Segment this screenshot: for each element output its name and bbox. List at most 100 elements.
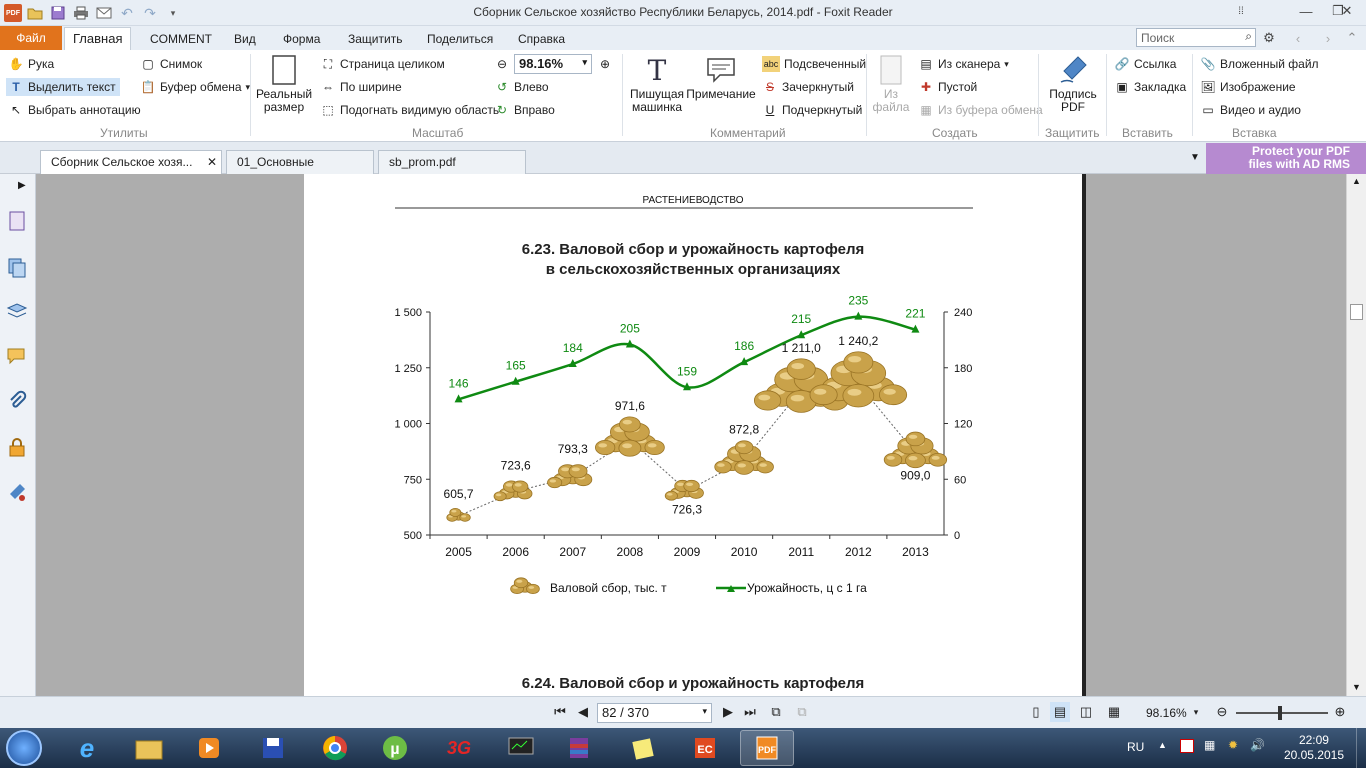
show-desktop-button[interactable] bbox=[1356, 728, 1366, 768]
clipboard-menu[interactable]: 📋 Буфер обмена ▾ bbox=[140, 79, 251, 95]
start-button[interactable] bbox=[6, 730, 42, 766]
bookmark-button[interactable]: ▣ Закладка bbox=[1114, 79, 1186, 95]
foxit-reader-taskbar-icon[interactable]: PDF bbox=[740, 730, 794, 766]
attachment-icon[interactable] bbox=[6, 390, 28, 412]
fit-page-button[interactable]: ⛶ Страница целиком bbox=[320, 56, 445, 72]
doc-tab[interactable]: Сборник Сельское хозя... ✕ bbox=[40, 150, 222, 174]
page-number-input[interactable]: 82 / 370 ▾ bbox=[597, 703, 712, 723]
volume-icon[interactable]: 🔊 bbox=[1250, 738, 1265, 752]
scroll-down-icon[interactable]: ▼ bbox=[1352, 682, 1361, 692]
scroll-thumb[interactable] bbox=[1350, 304, 1363, 320]
tab-home[interactable]: Главная bbox=[64, 27, 132, 51]
first-page-icon[interactable]: ⏮ bbox=[550, 702, 570, 722]
file-explorer-icon[interactable] bbox=[122, 730, 176, 766]
search-icon[interactable]: ⌕ bbox=[1245, 29, 1252, 44]
previous-view-icon[interactable]: ⧉ bbox=[766, 702, 786, 722]
rotate-right-button[interactable]: ↻ Вправо bbox=[494, 102, 555, 118]
link-button[interactable]: 🔗 Ссылка bbox=[1114, 56, 1177, 72]
lock-icon[interactable] bbox=[6, 436, 28, 458]
zoom-out-button[interactable]: ⊖ bbox=[494, 56, 510, 72]
help-options-icon[interactable]: ⁞⁞ bbox=[1228, 0, 1254, 22]
tab-list-chevron-icon[interactable]: ▼ bbox=[1190, 152, 1200, 163]
utorrent-icon[interactable]: µ bbox=[368, 730, 422, 766]
rotate-left-button[interactable]: ↺ Влево bbox=[494, 79, 549, 95]
strikeout-button[interactable]: S Зачеркнутый bbox=[762, 79, 854, 95]
scroll-up-icon[interactable]: ▲ bbox=[1352, 176, 1361, 186]
network-icon[interactable]: ▦ bbox=[1204, 738, 1215, 752]
chrome-icon[interactable] bbox=[308, 730, 362, 766]
system-clock[interactable]: 22:09 20.05.2015 bbox=[1284, 733, 1344, 763]
presentation-app-icon[interactable]: EC bbox=[678, 730, 732, 766]
tab-share[interactable]: Поделиться bbox=[419, 28, 501, 50]
continuous-view-icon[interactable]: ▤ bbox=[1050, 702, 1070, 722]
select-annotation-tool[interactable]: ↖ Выбрать аннотацию bbox=[8, 102, 141, 118]
tab-file[interactable]: Файл bbox=[0, 26, 62, 50]
from-clipboard-button[interactable]: ▦ Из буфера обмена bbox=[918, 102, 1042, 118]
sign-pdf-button[interactable]: Подпись PDF bbox=[1044, 54, 1102, 114]
tray-app-icon[interactable]: ✹ bbox=[1228, 738, 1238, 752]
facing-view-icon[interactable]: ◫ bbox=[1076, 702, 1096, 722]
tray-expand-icon[interactable]: ▲ bbox=[1158, 740, 1167, 750]
tab-comment[interactable]: COMMENT bbox=[142, 28, 220, 50]
nav-back-icon[interactable]: ‹ bbox=[1290, 27, 1306, 49]
settings-gear-icon[interactable]: ⚙ bbox=[1256, 27, 1282, 49]
tab-view[interactable]: Вид bbox=[226, 28, 264, 50]
attached-file-button[interactable]: 📎 Вложенный файл bbox=[1200, 56, 1319, 72]
zoom-out-icon[interactable]: ⊖ bbox=[1212, 702, 1232, 722]
close-icon[interactable]: ✕ bbox=[207, 151, 217, 173]
vertical-scrollbar[interactable]: ▲ ▼ bbox=[1346, 174, 1366, 696]
layers-icon[interactable] bbox=[6, 256, 28, 278]
from-scanner-button[interactable]: ▤ Из сканера ▾ bbox=[918, 56, 1009, 72]
network-monitor-icon[interactable] bbox=[494, 730, 548, 766]
internet-explorer-icon[interactable]: e bbox=[60, 730, 114, 766]
from-file-button[interactable]: Из файла bbox=[870, 54, 912, 114]
underline-button[interactable]: U Подчеркнутый bbox=[762, 102, 863, 118]
single-page-view-icon[interactable]: ▯ bbox=[1026, 702, 1046, 722]
highlight-button[interactable]: abc Подсвеченный bbox=[762, 56, 866, 72]
blank-button[interactable]: ✚ Пустой bbox=[918, 79, 977, 95]
media-player-icon[interactable] bbox=[182, 730, 236, 766]
image-button[interactable]: 🖼 Изображение bbox=[1200, 79, 1295, 95]
zoom-in-button[interactable]: ⊕ bbox=[597, 56, 613, 72]
zoom-slider[interactable] bbox=[1236, 706, 1328, 720]
last-page-icon[interactable]: ⏭ bbox=[740, 702, 760, 722]
tab-form[interactable]: Форма bbox=[275, 28, 328, 50]
zoom-dropdown-icon[interactable]: ▾ bbox=[1186, 702, 1206, 722]
hand-tool[interactable]: ✋ Рука bbox=[8, 56, 55, 72]
language-indicator[interactable]: RU bbox=[1127, 740, 1144, 754]
tab-help[interactable]: Справка bbox=[510, 28, 573, 50]
previous-page-icon[interactable]: ◀ bbox=[573, 702, 593, 722]
zoom-slider-thumb[interactable] bbox=[1278, 706, 1282, 720]
save-disk-icon[interactable] bbox=[246, 730, 300, 766]
comments-icon[interactable] bbox=[6, 346, 28, 368]
actual-size-button[interactable]: Реальный размер bbox=[256, 54, 312, 114]
select-text-tool[interactable]: T Выделить текст bbox=[6, 78, 120, 96]
video-audio-button[interactable]: ▭ Видео и аудио bbox=[1200, 102, 1301, 118]
nav-forward-icon[interactable]: › bbox=[1320, 27, 1336, 49]
pages-icon[interactable] bbox=[6, 210, 28, 232]
zoom-in-icon[interactable]: ⊕ bbox=[1330, 702, 1350, 722]
next-page-icon[interactable]: ▶ bbox=[718, 702, 738, 722]
continuous-facing-view-icon[interactable]: ▦ bbox=[1104, 702, 1124, 722]
doc-tab[interactable]: 01_Основные социаль... bbox=[226, 150, 374, 191]
ribbon-collapse-icon[interactable]: ⌃ bbox=[1344, 27, 1360, 49]
doc-tab[interactable]: sb_prom.pdf bbox=[378, 150, 526, 174]
close-button[interactable]: ✕ bbox=[1328, 0, 1366, 22]
zoom-select[interactable]: 98.16% ▾ bbox=[514, 54, 592, 74]
tab-protect[interactable]: Защитить bbox=[340, 28, 410, 50]
typewriter-button[interactable]: T Пишущая машинка bbox=[628, 54, 686, 114]
fit-width-button[interactable]: ⇔ По ширине bbox=[320, 79, 402, 95]
3g-modem-icon[interactable]: 3G bbox=[432, 730, 486, 766]
fit-visible-button[interactable]: ⬚ Подогнать видимую область bbox=[320, 102, 499, 118]
next-view-icon[interactable]: ⧉ bbox=[792, 702, 812, 722]
winrar-icon[interactable] bbox=[552, 730, 606, 766]
panel-expand-icon[interactable]: ▶ bbox=[18, 180, 26, 191]
stack-icon[interactable] bbox=[6, 300, 28, 322]
signature-icon[interactable] bbox=[6, 482, 28, 504]
snapshot-tool[interactable]: ▢ Снимок bbox=[140, 56, 202, 72]
action-center-icon[interactable] bbox=[1180, 739, 1194, 753]
promo-banner[interactable]: Protect your PDF files with AD RMS bbox=[1206, 143, 1366, 174]
search-input[interactable]: Поиск ⌕ bbox=[1136, 28, 1256, 47]
document-viewport[interactable]: РАСТЕНИЕВОДСТВО 6.23. Валовой сбор и уро… bbox=[36, 174, 1346, 696]
note-button[interactable]: Примечание bbox=[686, 54, 756, 101]
